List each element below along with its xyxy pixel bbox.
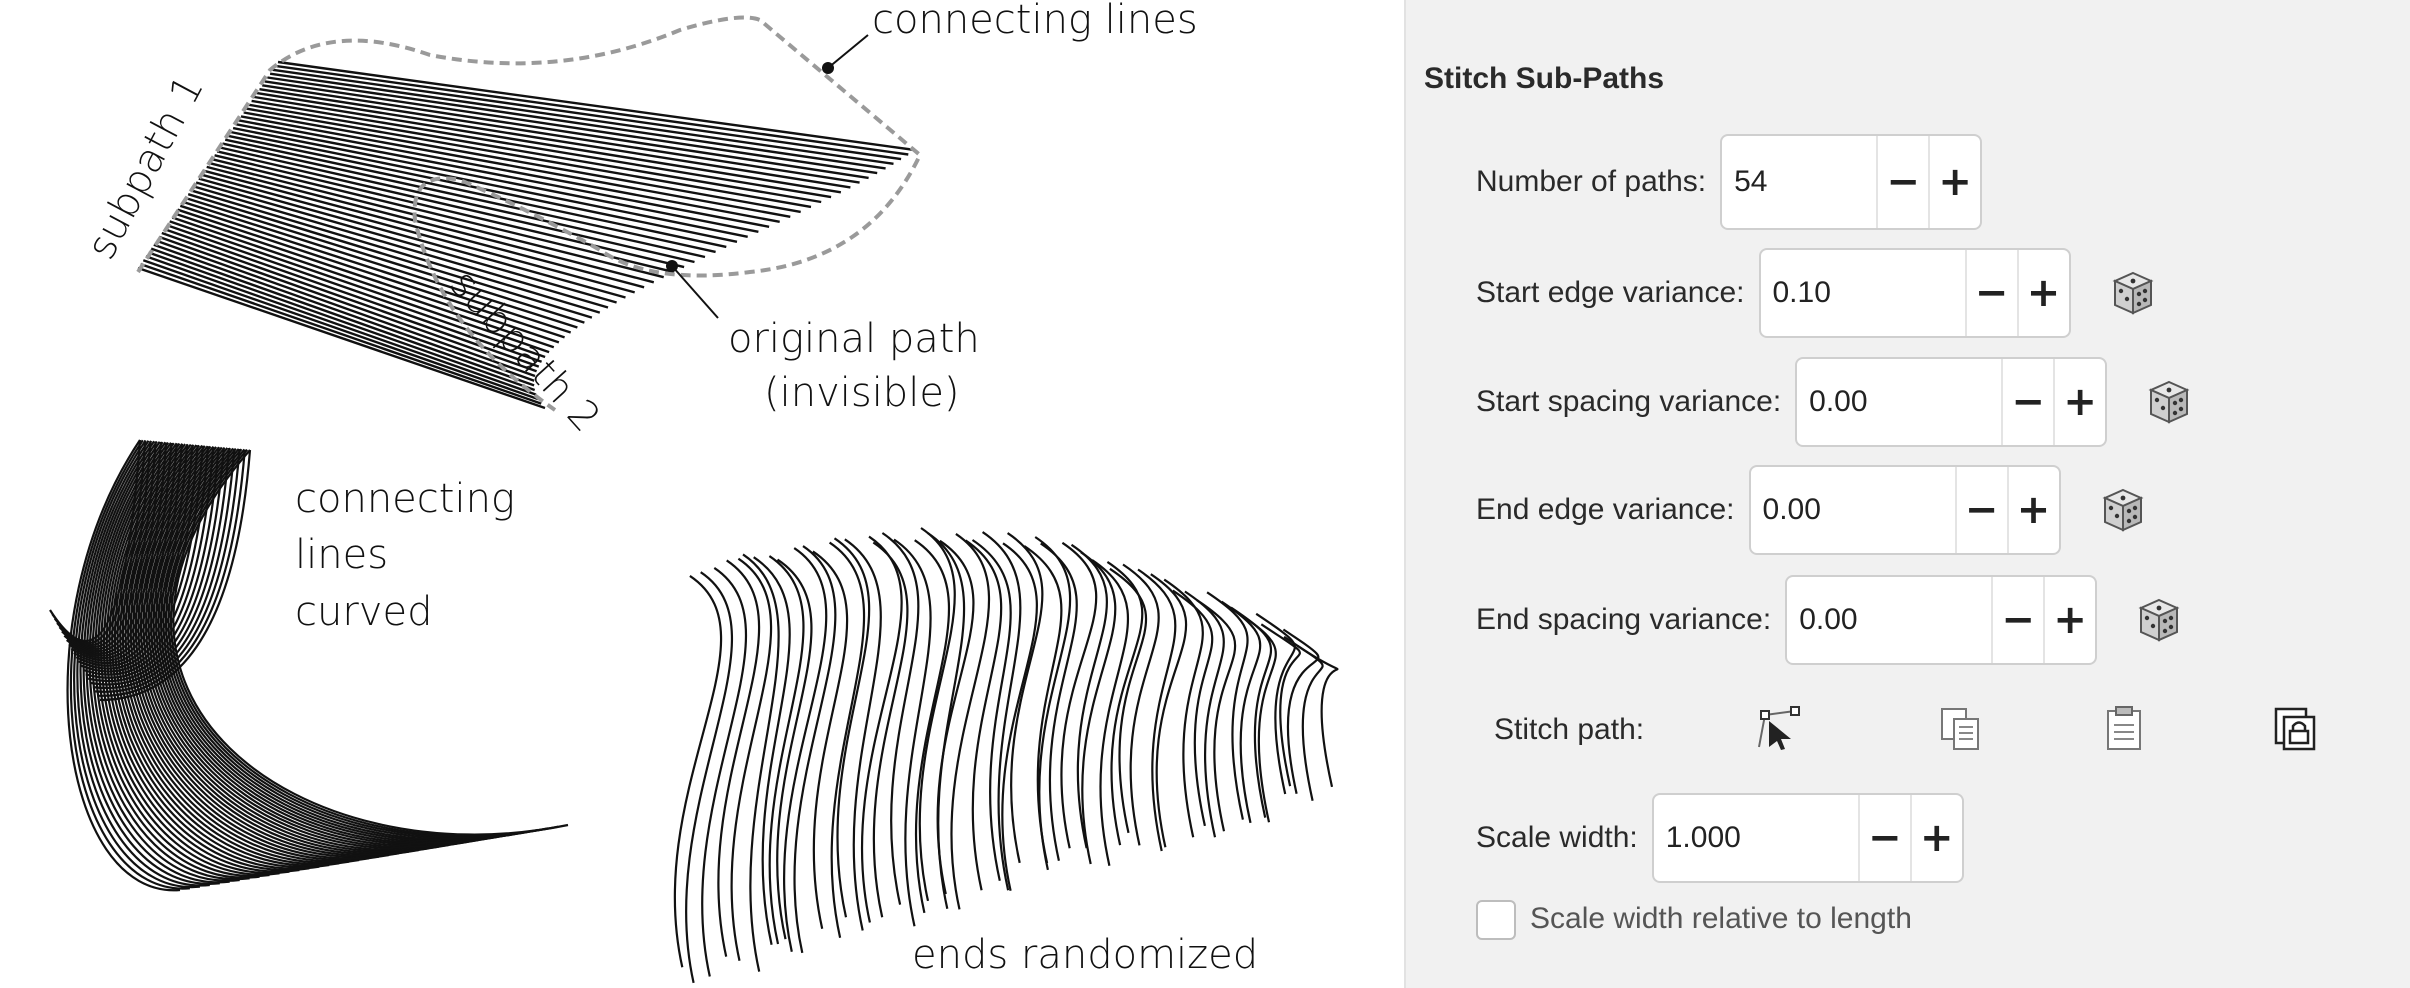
decrement-button[interactable]: − <box>1991 577 2043 663</box>
increment-button[interactable]: + <box>2053 359 2105 445</box>
connecting-line <box>833 537 871 918</box>
start-spacing-variance-label: Start spacing variance: <box>1476 385 1782 418</box>
connecting-line <box>684 571 734 984</box>
increment-button[interactable]: + <box>1909 795 1962 881</box>
connecting-line <box>927 532 966 910</box>
connecting-line <box>187 193 593 319</box>
scale-relative-checkbox[interactable] <box>1476 900 1516 940</box>
leader-line <box>827 34 869 69</box>
connecting-line <box>1220 600 1262 824</box>
connecting-line <box>914 539 951 914</box>
illustration-canvas: connecting lines subpath 1 subpath 2 ori… <box>49 0 1339 984</box>
node-edit-icon[interactable] <box>1751 703 1803 755</box>
number-of-paths-label: Number of paths: <box>1476 165 1707 198</box>
dice-icon[interactable] <box>2145 378 2193 426</box>
decrement-button[interactable]: − <box>1857 795 1910 881</box>
label-connecting-lines: connecting lines <box>872 0 1198 43</box>
paste-path-icon[interactable] <box>2098 703 2150 755</box>
connecting-line <box>812 550 849 929</box>
stitch-path-row: Stitch path: <box>1494 685 1658 775</box>
connecting-line <box>1006 532 1044 864</box>
end-spacing-variance-label: End spacing variance: <box>1476 603 1772 636</box>
start-spacing-variance-stepper[interactable]: − + <box>1795 357 2108 447</box>
dice-icon[interactable] <box>2135 596 2183 644</box>
label-curved-2: lines <box>295 532 388 578</box>
leader-dot <box>822 62 834 74</box>
end-spacing-variance-input[interactable] <box>1787 577 1992 663</box>
decrement-button[interactable]: − <box>2001 359 2053 445</box>
connecting-line <box>673 574 723 968</box>
panel-title: Stitch Sub-Paths <box>1424 62 1665 95</box>
connecting-line <box>1150 573 1188 848</box>
connecting-line <box>950 532 991 910</box>
number-of-paths-stepper[interactable]: − + <box>1720 134 1983 230</box>
decrement-button[interactable]: − <box>1954 467 2007 553</box>
stitch-subpaths-panel: Stitch Sub-Paths Number of paths: − + St… <box>1404 0 2410 988</box>
scale-width-input[interactable] <box>1653 795 1858 881</box>
end-edge-variance-label: End edge variance: <box>1476 493 1735 526</box>
start-spacing-variance-input[interactable] <box>1797 359 2002 445</box>
increment-button[interactable]: + <box>2016 250 2069 336</box>
end-edge-variance-row: End edge variance: − + <box>1476 465 2147 555</box>
connecting-line <box>742 553 780 972</box>
decrement-button[interactable]: − <box>1876 136 1928 228</box>
end-edge-variance-input[interactable] <box>1750 467 1955 553</box>
copy-path-icon[interactable] <box>1934 703 1986 755</box>
dice-icon[interactable] <box>2099 486 2147 534</box>
connecting-line <box>701 566 748 977</box>
increment-button[interactable]: + <box>1928 136 1980 228</box>
scale-width-stepper[interactable]: − + <box>1651 793 1964 883</box>
label-subpath-1: subpath 1 <box>78 68 213 267</box>
label-curved-3: curved <box>295 589 432 635</box>
increment-button[interactable]: + <box>2043 577 2095 663</box>
end-edge-variance-stepper[interactable]: − + <box>1748 465 2061 555</box>
start-edge-variance-stepper[interactable]: − + <box>1758 248 2071 338</box>
leader-dot <box>666 260 678 272</box>
connecting-line <box>1282 628 1320 794</box>
number-of-paths-input[interactable] <box>1722 136 1877 228</box>
label-original-path: original path <box>728 316 980 362</box>
start-spacing-variance-row: Start spacing variance: − + <box>1476 357 2193 447</box>
connecting-line <box>1137 568 1177 852</box>
randomized-connecting-lines <box>673 527 1339 984</box>
scale-relative-label: Scale width relative to length <box>1530 902 1912 935</box>
start-edge-variance-label: Start edge variance: <box>1476 276 1745 309</box>
connecting-line <box>717 559 761 957</box>
label-invisible: (invisible) <box>764 370 960 416</box>
connecting-line <box>971 539 1012 881</box>
start-edge-variance-row: Start edge variance: − + <box>1476 248 2157 338</box>
label-curved-1: connecting <box>295 476 515 522</box>
leader-line <box>671 265 719 319</box>
scale-width-row: Scale width: − + <box>1476 793 1964 883</box>
label-ends-randomized: ends randomized <box>912 932 1258 978</box>
end-spacing-variance-stepper[interactable]: − + <box>1785 575 2098 665</box>
dice-icon[interactable] <box>2109 269 2157 317</box>
end-spacing-variance-row: End spacing variance: − + <box>1476 575 2183 665</box>
link-clipboard-icon[interactable] <box>2270 703 2322 755</box>
start-edge-variance-input[interactable] <box>1760 250 1965 336</box>
stitch-path-label: Stitch path: <box>1494 713 1645 746</box>
scale-width-label: Scale width: <box>1476 821 1638 854</box>
decrement-button[interactable]: − <box>1964 250 2017 336</box>
number-of-paths-row: Number of paths: − + <box>1476 134 1983 230</box>
increment-button[interactable]: + <box>2006 467 2059 553</box>
